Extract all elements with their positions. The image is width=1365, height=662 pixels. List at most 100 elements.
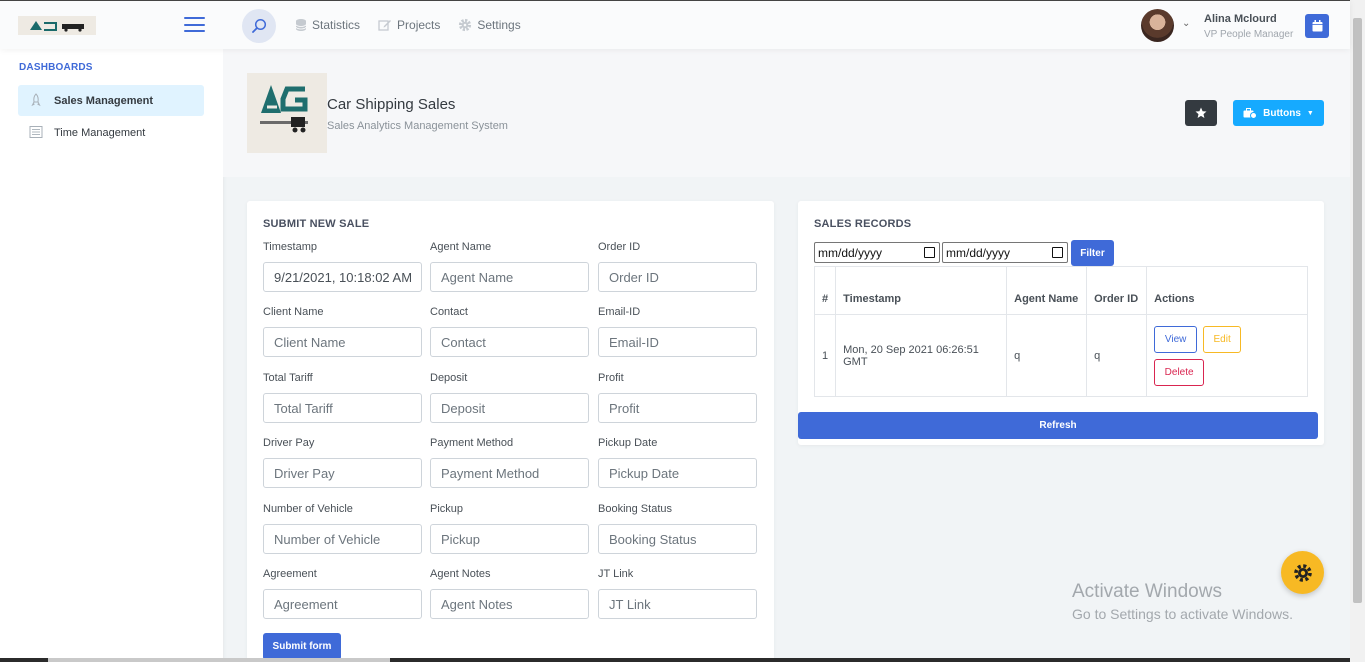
column-header-number: # [813,266,837,315]
sidebar-item-sales-management[interactable]: Sales Management [18,85,204,116]
hamburger-line [184,30,205,32]
nav-settings[interactable]: Settings [458,18,521,32]
sidebar-heading: DASHBOARDS [19,62,93,73]
deposit-label: Deposit [430,372,468,384]
buttons-label: Buttons [1263,107,1301,119]
agent-name-label: Agent Name [430,241,492,253]
driver-pay-label: Driver Pay [263,437,315,449]
table-header-row: # Timestamp Agent Name Order ID Actions [813,266,1308,315]
business-time-icon [1243,107,1258,119]
payment-method-input[interactable] [430,458,589,488]
filter-button[interactable]: Filter [1071,240,1114,266]
cell-order-id: q [1086,314,1148,397]
agent-name-input[interactable] [430,262,589,292]
timestamp-input[interactable] [263,262,422,292]
windows-activation-title: Activate Windows [1072,581,1222,602]
jt-link-input[interactable] [598,589,757,619]
form-title: SUBMIT NEW SALE [263,218,370,230]
calendar-icon [1312,20,1322,32]
nav-projects[interactable]: Projects [378,18,440,32]
windows-activation-subtitle: Go to Settings to activate Windows. [1072,606,1293,622]
cell-agent-name: q [1006,314,1088,397]
cell-timestamp: Mon, 20 Sep 2021 06:26:51 GMT [835,314,1008,397]
payment-method-label: Payment Method [430,437,514,449]
buttons-dropdown-button[interactable]: Buttons ▼ [1233,100,1324,126]
contact-label: Contact [430,306,468,318]
scrollbar-thumb[interactable] [1353,18,1362,603]
view-button[interactable]: View [1154,325,1198,353]
scrollbar-thumb[interactable] [48,658,390,662]
hamburger-line [184,23,205,26]
brand-logo [247,73,327,153]
submit-sale-card: SUBMIT NEW SALE Timestamp Agent Name Order… [247,201,774,662]
app-logo[interactable] [18,16,96,35]
page-title-area: Car Shipping Sales Sales Analytics Manag… [223,49,1350,177]
car-shipping-brand-icon [260,85,308,133]
user-role: VP People Manager [1204,29,1294,40]
total-tariff-input[interactable] [263,393,422,423]
sidebar: DASHBOARDS Sales Management Time Managem… [0,49,223,662]
email-id-label: Email-ID [598,306,641,318]
page-subtitle: Sales Analytics Management System [327,120,508,132]
pickup-input[interactable] [430,524,589,554]
rocket-icon [31,93,41,107]
sales-records-table: # Timestamp Agent Name Order ID Actions … [813,266,1308,397]
calendar-button[interactable] [1305,14,1329,38]
search-button[interactable] [242,9,276,43]
refresh-button[interactable]: Refresh [798,412,1318,439]
gear-icon [1293,563,1312,582]
nav-statistics[interactable]: Statistics [295,18,360,32]
date-to-value: mm/dd/yyyy [946,245,1011,260]
deposit-input[interactable] [430,393,589,423]
hamburger-line [184,17,205,19]
submit-form-button[interactable]: Submit form [263,633,341,660]
delete-button[interactable]: Delete [1154,358,1205,386]
nav-settings-label: Settings [477,18,521,32]
date-from-value: mm/dd/yyyy [818,245,883,260]
edit-button[interactable]: Edit [1203,325,1242,353]
email-id-input[interactable] [598,327,757,357]
sidebar-item-label: Time Management [54,126,146,139]
menu-toggle-button[interactable] [184,17,205,32]
sales-records-card: SALES RECORDS mm/dd/yyyy mm/dd/yyyy Filt… [798,201,1324,445]
contact-input[interactable] [430,327,589,357]
calendar-icon[interactable] [1052,247,1063,258]
app-header: Statistics Projects Settings ⌄ Alina Mcl… [0,0,1350,49]
sidebar-item-label: Sales Management [54,94,154,107]
caret-down-icon: ▼ [1306,109,1314,117]
column-header-actions: Actions [1146,266,1308,315]
chevron-down-icon[interactable]: ⌄ [1182,18,1190,29]
agent-notes-input[interactable] [430,589,589,619]
edit-icon [378,20,392,31]
agreement-input[interactable] [263,589,422,619]
number-of-vehicle-input[interactable] [263,524,422,554]
horizontal-scrollbar[interactable] [0,658,1350,662]
driver-pay-input[interactable] [263,458,422,488]
column-header-timestamp: Timestamp [835,266,1008,315]
date-from-input[interactable]: mm/dd/yyyy [814,242,940,263]
theme-settings-button[interactable] [1281,551,1324,594]
top-nav: Statistics Projects Settings [295,18,521,32]
records-title: SALES RECORDS [814,218,912,230]
profit-label: Profit [598,372,624,384]
column-header-agent-name: Agent Name [1006,266,1088,315]
order-id-input[interactable] [598,262,757,292]
number-of-vehicle-label: Number of Vehicle [263,503,353,515]
calendar-icon[interactable] [924,247,935,258]
search-icon [252,18,267,33]
sidebar-item-time-management[interactable]: Time Management [18,117,204,148]
date-to-input[interactable]: mm/dd/yyyy [942,242,1068,263]
booking-status-input[interactable] [598,524,757,554]
table-row: 1 Mon, 20 Sep 2021 06:26:51 GMT q q View… [813,314,1308,397]
favorite-button[interactable] [1185,100,1217,126]
pickup-date-input[interactable] [598,458,757,488]
star-icon [1195,107,1207,118]
gear-icon [459,18,472,32]
database-icon [295,19,307,31]
client-name-input[interactable] [263,327,422,357]
vertical-scrollbar[interactable] [1350,0,1365,662]
avatar[interactable] [1141,9,1174,42]
agent-notes-label: Agent Notes [430,568,491,580]
cell-actions: View Edit Delete [1146,314,1308,397]
profit-input[interactable] [598,393,757,423]
